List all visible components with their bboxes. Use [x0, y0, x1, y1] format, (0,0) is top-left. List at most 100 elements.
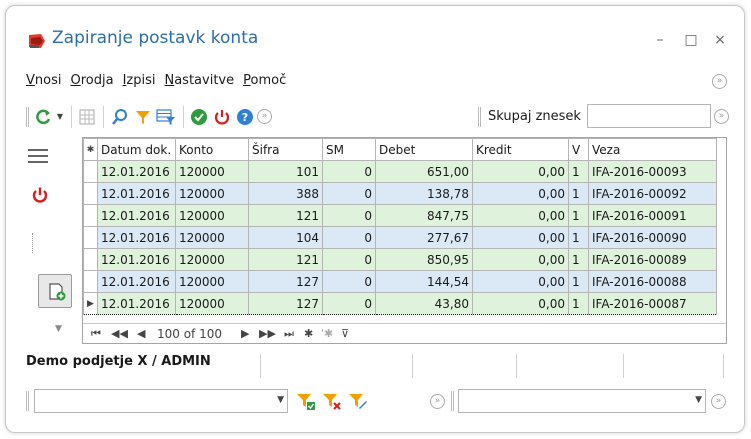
- grid-navigator: ⏮ ◀◀ ◀ 100 of 100 ▶ ▶▶ ⏭ ✱ '✱ ⊽: [83, 323, 726, 343]
- row-indicator: [83, 182, 98, 205]
- menu-orodja[interactable]: Orodja: [70, 70, 113, 92]
- cell-datum: 12.01.2016: [97, 204, 176, 227]
- row-indicator: [83, 204, 98, 227]
- bottom-right-more-icon[interactable]: »: [711, 394, 726, 409]
- col-sifra[interactable]: Šifra: [248, 138, 323, 161]
- col-sm[interactable]: SM: [322, 138, 376, 161]
- chevron-down-icon[interactable]: ▼: [695, 395, 702, 405]
- col-konto[interactable]: Konto: [175, 138, 249, 161]
- nav-last-icon[interactable]: ⏭: [284, 327, 294, 341]
- sum-more-icon[interactable]: »: [714, 109, 729, 124]
- nav-append-icon[interactable]: ✱: [304, 327, 313, 340]
- table-row[interactable]: 12.01.2016 120000 104 0 277,67 0,00 1 IF…: [83, 226, 717, 249]
- new-document-button[interactable]: [38, 274, 72, 308]
- edit-filter-icon[interactable]: [348, 391, 368, 411]
- side-separator: [32, 233, 33, 253]
- cell-kredit: 0,00: [472, 160, 569, 183]
- sum-input[interactable]: [587, 104, 711, 128]
- close-button[interactable]: ×: [710, 30, 730, 50]
- cell-v: 1: [568, 270, 589, 293]
- filter-icon[interactable]: [134, 107, 152, 127]
- cell-konto: 120000: [175, 160, 249, 183]
- cell-debet: 850,95: [375, 248, 473, 271]
- power-icon[interactable]: [31, 186, 49, 204]
- cell-debet: 277,67: [375, 226, 473, 249]
- cell-v: 1: [568, 160, 589, 183]
- row-indicator: [83, 270, 98, 293]
- nav-filter-icon[interactable]: ⊽: [341, 327, 349, 340]
- bottom-bar: ▼ » ▼ »: [26, 389, 726, 415]
- col-v[interactable]: V: [568, 138, 589, 161]
- table-row[interactable]: 12.01.2016 120000 121 0 850,95 0,00 1 IF…: [83, 248, 717, 271]
- refresh-icon[interactable]: [34, 107, 52, 127]
- confirm-icon[interactable]: [190, 107, 208, 127]
- cell-sm: 0: [322, 292, 376, 315]
- cell-sifra: 121: [248, 248, 323, 271]
- cell-kredit: 0,00: [472, 248, 569, 271]
- menu-izpisi[interactable]: Izpisi: [123, 70, 156, 92]
- menu-vnosi[interactable]: Vnosi: [26, 70, 61, 92]
- main-window: Zapiranje postavk konta – □ × Vnosi Orod…: [5, 5, 745, 433]
- nav-prev-page-icon[interactable]: ◀◀: [111, 327, 128, 340]
- col-veza[interactable]: Veza: [588, 138, 717, 161]
- header-indicator-icon[interactable]: ✱: [83, 138, 98, 161]
- svg-text:?: ?: [242, 111, 248, 124]
- col-debet[interactable]: Debet: [375, 138, 473, 161]
- apply-filter-icon[interactable]: [296, 391, 316, 411]
- filter-combo-left[interactable]: ▼: [34, 389, 288, 413]
- row-indicator: [83, 226, 98, 249]
- chevron-down-icon[interactable]: ▼: [277, 395, 284, 405]
- maximize-button[interactable]: □: [681, 30, 701, 50]
- cell-sifra: 104: [248, 226, 323, 249]
- toolbar-grip-right: [478, 107, 481, 127]
- records-table: ✱ Datum dok. Konto Šifra SM Debet Kredit…: [83, 138, 717, 315]
- table-row[interactable]: 12.01.2016 120000 127 0 144,54 0,00 1 IF…: [83, 270, 717, 293]
- nav-prev-icon[interactable]: ◀: [137, 327, 145, 340]
- grid-layout-icon[interactable]: [78, 107, 96, 127]
- minimize-button[interactable]: –: [650, 30, 670, 50]
- menu-nastavitve[interactable]: Nastavitve: [164, 70, 234, 92]
- cell-debet: 651,00: [375, 160, 473, 183]
- toolbar: ▼ ? » Skupaj znesek »: [26, 103, 729, 131]
- cell-veza: IFA-2016-00091: [588, 204, 717, 227]
- more-icon[interactable]: »: [257, 109, 272, 124]
- cell-datum: 12.01.2016: [97, 270, 176, 293]
- table-row[interactable]: 12.01.2016 120000 101 0 651,00 0,00 1 IF…: [83, 160, 717, 183]
- nav-edit-icon[interactable]: '✱: [321, 327, 333, 340]
- cell-sm: 0: [322, 270, 376, 293]
- menu-overflow-icon[interactable]: »: [712, 74, 727, 89]
- bottom-more-icon[interactable]: »: [430, 394, 445, 409]
- clear-filter-icon[interactable]: [322, 391, 342, 411]
- nav-next-page-icon[interactable]: ▶▶: [259, 327, 276, 340]
- table-row[interactable]: 12.01.2016 120000 121 0 847,75 0,00 1 IF…: [83, 204, 717, 227]
- cell-debet: 144,54: [375, 270, 473, 293]
- cell-debet: 43,80: [375, 292, 473, 315]
- power-icon[interactable]: [213, 107, 231, 127]
- cell-konto: 120000: [175, 226, 249, 249]
- current-row-indicator-icon: ▶: [83, 292, 98, 315]
- help-icon[interactable]: ?: [236, 107, 254, 127]
- col-kredit[interactable]: Kredit: [472, 138, 569, 161]
- table-row[interactable]: 12.01.2016 120000 388 0 138,78 0,00 1 IF…: [83, 182, 717, 205]
- cell-datum: 12.01.2016: [97, 226, 176, 249]
- cell-datum: 12.01.2016: [97, 292, 176, 315]
- nav-next-icon[interactable]: ▶: [241, 327, 249, 340]
- status-bar: Demo podjetje X / ADMIN: [26, 354, 726, 378]
- menu-pomoc[interactable]: Pomoč: [243, 70, 286, 92]
- grid-filter-icon[interactable]: [156, 107, 176, 127]
- cell-konto: 120000: [175, 204, 249, 227]
- cell-veza: IFA-2016-00089: [588, 248, 717, 271]
- col-datum[interactable]: Datum dok.: [97, 138, 176, 161]
- nav-first-icon[interactable]: ⏮: [91, 327, 101, 341]
- table-row-selected[interactable]: ▶ 12.01.2016 120000 127 0 43,80 0,00 1 I…: [83, 292, 717, 315]
- search-icon[interactable]: [111, 107, 129, 127]
- chevron-down-icon[interactable]: ▼: [55, 324, 62, 334]
- dropdown-arrow-icon[interactable]: ▼: [55, 107, 65, 127]
- new-document-icon: [49, 283, 66, 301]
- data-grid[interactable]: ✱ Datum dok. Konto Šifra SM Debet Kredit…: [82, 137, 727, 344]
- bottom-grip: [26, 391, 29, 411]
- hamburger-menu-icon[interactable]: [28, 149, 48, 163]
- filter-combo-right[interactable]: ▼: [458, 389, 706, 413]
- cell-v: 1: [568, 248, 589, 271]
- cell-sm: 0: [322, 160, 376, 183]
